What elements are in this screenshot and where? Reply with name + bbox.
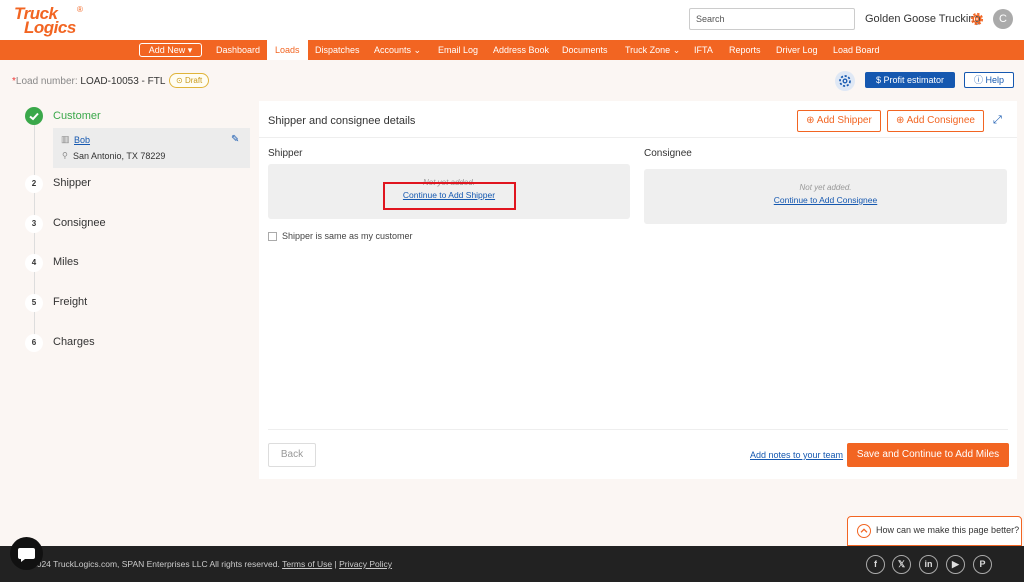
add-notes-link[interactable]: Add notes to your team <box>750 450 843 460</box>
nav-address-book[interactable]: Address Book <box>493 40 549 60</box>
step-label: Charges <box>53 336 95 348</box>
step-number: 5 <box>25 294 43 312</box>
add-shipper-label: Add Shipper <box>816 115 872 126</box>
footer-divider <box>268 429 1008 430</box>
plus-circle-icon: ⊕ <box>806 115 815 126</box>
facebook-icon[interactable]: f <box>866 555 885 574</box>
chevron-down-icon: ▾ <box>187 45 193 55</box>
nav-truck-zone-label: Truck Zone <box>625 45 671 55</box>
step-label: Freight <box>53 296 88 308</box>
step-complete-check-icon <box>25 107 43 125</box>
logo-registered-mark: ® <box>77 5 83 14</box>
step-number: 2 <box>25 175 43 193</box>
consignee-empty-box: Not yet added. Continue to Add Consignee <box>644 169 1007 224</box>
consignee-section-label: Consignee <box>644 148 692 159</box>
load-settings-button[interactable] <box>835 71 855 91</box>
main-nav: Add New ▾ Dashboard Loads Dispatches Acc… <box>0 40 1024 60</box>
customer-address: San Antonio, TX 78229 <box>73 151 166 161</box>
load-number-value: LOAD-10053 - FTL <box>80 76 166 87</box>
highlight-box <box>383 182 516 210</box>
step-number: 4 <box>25 254 43 272</box>
trucklogics-logo[interactable]: Truck Logics ® <box>12 4 84 37</box>
expand-icon[interactable]: ⤢ <box>993 114 1002 127</box>
footer-separator: | <box>334 559 337 569</box>
nav-dashboard[interactable]: Dashboard <box>216 40 260 60</box>
feedback-text: How can we make this page better? <box>876 525 1020 535</box>
back-button[interactable]: Back <box>268 443 316 467</box>
chat-icon <box>18 548 35 562</box>
customer-name-link[interactable]: Bob <box>74 135 90 145</box>
gear-icon <box>839 75 851 87</box>
shipper-consignee-card: Shipper and consignee details ⊕ Add Ship… <box>259 101 1017 479</box>
step-label: Consignee <box>53 217 106 229</box>
same-as-customer-checkbox[interactable] <box>268 232 277 241</box>
same-as-customer-label: Shipper is same as my customer <box>282 231 413 241</box>
youtube-icon[interactable]: ▶ <box>946 555 965 574</box>
nav-accounts-label: Accounts <box>374 45 412 55</box>
nav-dispatches[interactable]: Dispatches <box>315 40 360 60</box>
help-label: Help <box>985 75 1005 85</box>
profit-estimator-button[interactable]: $ Profit estimator <box>865 72 955 88</box>
consignee-empty-text: Not yet added. <box>799 183 852 192</box>
help-icon: ⓘ <box>973 75 983 85</box>
status-badge-label: Draft <box>184 76 203 85</box>
x-twitter-icon[interactable]: 𝕏 <box>892 555 911 574</box>
chat-bubble-button[interactable] <box>10 537 43 570</box>
step-number: 3 <box>25 215 43 233</box>
nav-loads[interactable]: Loads <box>267 40 308 60</box>
step-label: Shipper <box>53 177 91 189</box>
status-badge: ⊙ Draft <box>169 73 210 88</box>
search-input[interactable] <box>689 8 855 30</box>
nav-load-board[interactable]: Load Board <box>833 40 880 60</box>
page-footer: 2024 TruckLogics.com, SPAN Enterprises L… <box>0 546 1024 582</box>
copyright-label: 2024 TruckLogics.com, SPAN Enterprises L… <box>32 559 280 569</box>
customer-summary-card: ▥ Bob ⚲ San Antonio, TX 78229 ✎ <box>53 128 250 168</box>
nav-driver-log[interactable]: Driver Log <box>776 40 818 60</box>
add-new-button[interactable]: Add New ▾ <box>139 43 202 57</box>
linkedin-icon[interactable]: in <box>919 555 938 574</box>
add-shipper-button[interactable]: ⊕ Add Shipper <box>797 110 881 132</box>
load-number: *Load number: LOAD-10053 - FTL <box>12 76 165 87</box>
load-number-label: Load number: <box>15 76 78 87</box>
shipper-section-label: Shipper <box>268 148 303 159</box>
nav-accounts[interactable]: Accounts ⌄ <box>374 40 421 60</box>
top-header: Truck Logics ® Golden Goose Trucking C <box>0 0 1024 40</box>
edit-icon[interactable]: ✎ <box>231 134 239 145</box>
logo-line-2: Logics <box>24 18 76 37</box>
chevron-down-icon: ⌄ <box>413 45 422 55</box>
nav-reports[interactable]: Reports <box>729 40 761 60</box>
nav-documents[interactable]: Documents <box>562 40 608 60</box>
building-icon: ▥ <box>61 134 70 144</box>
copyright-text: 2024 TruckLogics.com, SPAN Enterprises L… <box>32 559 392 569</box>
chevron-up-icon <box>857 524 871 538</box>
plus-circle-icon: ⊕ <box>895 115 905 126</box>
step-customer[interactable]: Customer <box>53 110 101 122</box>
nav-ifta[interactable]: IFTA <box>694 40 713 60</box>
add-consignee-button[interactable]: ⊕ Add Consignee <box>887 110 984 132</box>
company-name: Golden Goose Trucking <box>865 13 981 25</box>
continue-add-consignee-link[interactable]: Continue to Add Consignee <box>644 195 1007 205</box>
step-label: Miles <box>53 256 79 268</box>
terms-link[interactable]: Terms of Use <box>282 559 332 569</box>
chevron-down-icon: ⌄ <box>672 45 681 55</box>
add-new-label: Add New <box>148 45 186 55</box>
user-avatar[interactable]: C <box>993 9 1013 29</box>
help-button[interactable]: ⓘ Help <box>964 72 1014 88</box>
feedback-widget[interactable]: How can we make this page better? <box>847 516 1022 546</box>
nav-email-log[interactable]: Email Log <box>438 40 478 60</box>
location-pin-icon: ⚲ <box>62 151 68 160</box>
add-consignee-label: Add Consignee <box>906 115 975 126</box>
step-number: 6 <box>25 334 43 352</box>
card-title: Shipper and consignee details <box>268 115 416 127</box>
clock-icon: ⊙ <box>176 76 183 85</box>
stepper-line <box>34 125 35 350</box>
settings-gear-icon[interactable] <box>968 10 986 28</box>
nav-truck-zone[interactable]: Truck Zone ⌄ <box>625 40 680 60</box>
privacy-link[interactable]: Privacy Policy <box>339 559 392 569</box>
save-continue-button[interactable]: Save and Continue to Add Miles <box>847 443 1009 467</box>
card-divider <box>259 137 1017 138</box>
pinterest-icon[interactable]: P <box>973 555 992 574</box>
